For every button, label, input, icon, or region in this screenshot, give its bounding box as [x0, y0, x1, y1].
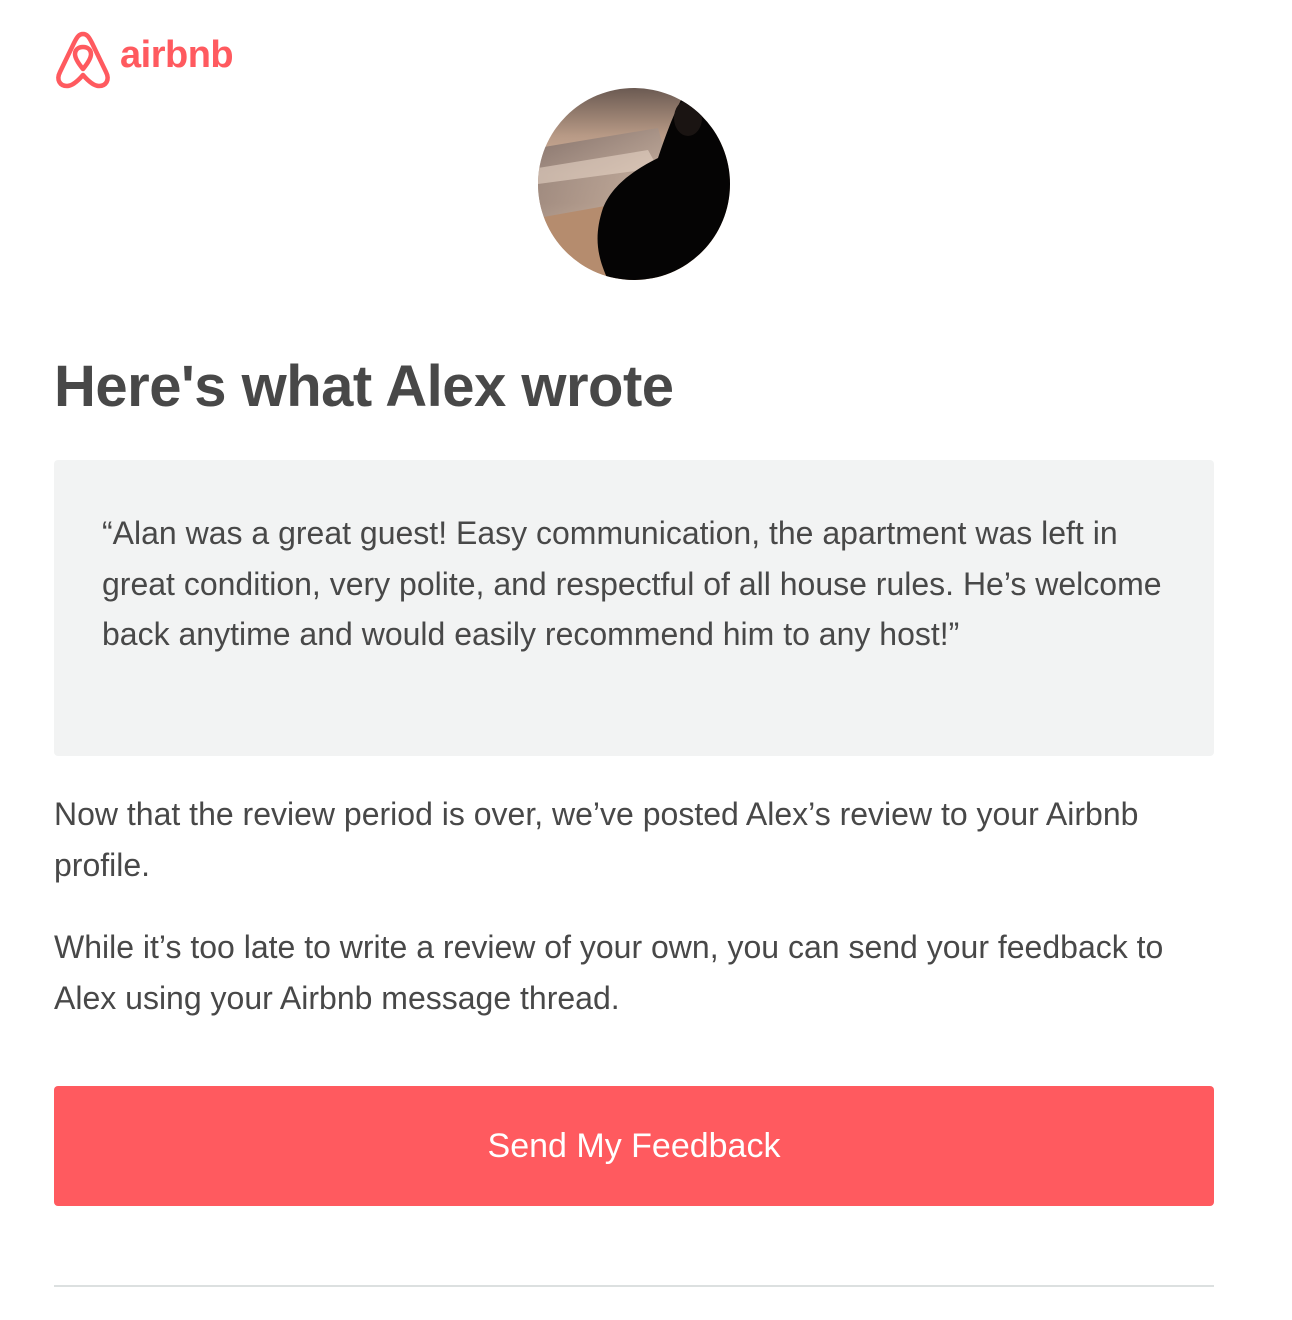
airbnb-logo[interactable]: airbnb	[54, 28, 234, 90]
airbnb-wordmark: airbnb	[120, 34, 234, 76]
footer-divider	[54, 1285, 1214, 1287]
feedback-info-message: While it’s too late to write a review of…	[54, 929, 1164, 1016]
airbnb-belo-icon	[56, 31, 110, 89]
send-feedback-button[interactable]: Send My Feedback	[54, 1086, 1214, 1206]
host-profile-photo	[538, 88, 730, 280]
review-quote-box: “Alan was a great guest! Easy communicat…	[54, 460, 1214, 756]
page-heading: Here's what Alex wrote	[54, 354, 674, 419]
review-posted-message: Now that the review period is over, we’v…	[54, 796, 1139, 883]
review-text: “Alan was a great guest! Easy communicat…	[102, 515, 1162, 652]
host-avatar	[538, 88, 730, 280]
